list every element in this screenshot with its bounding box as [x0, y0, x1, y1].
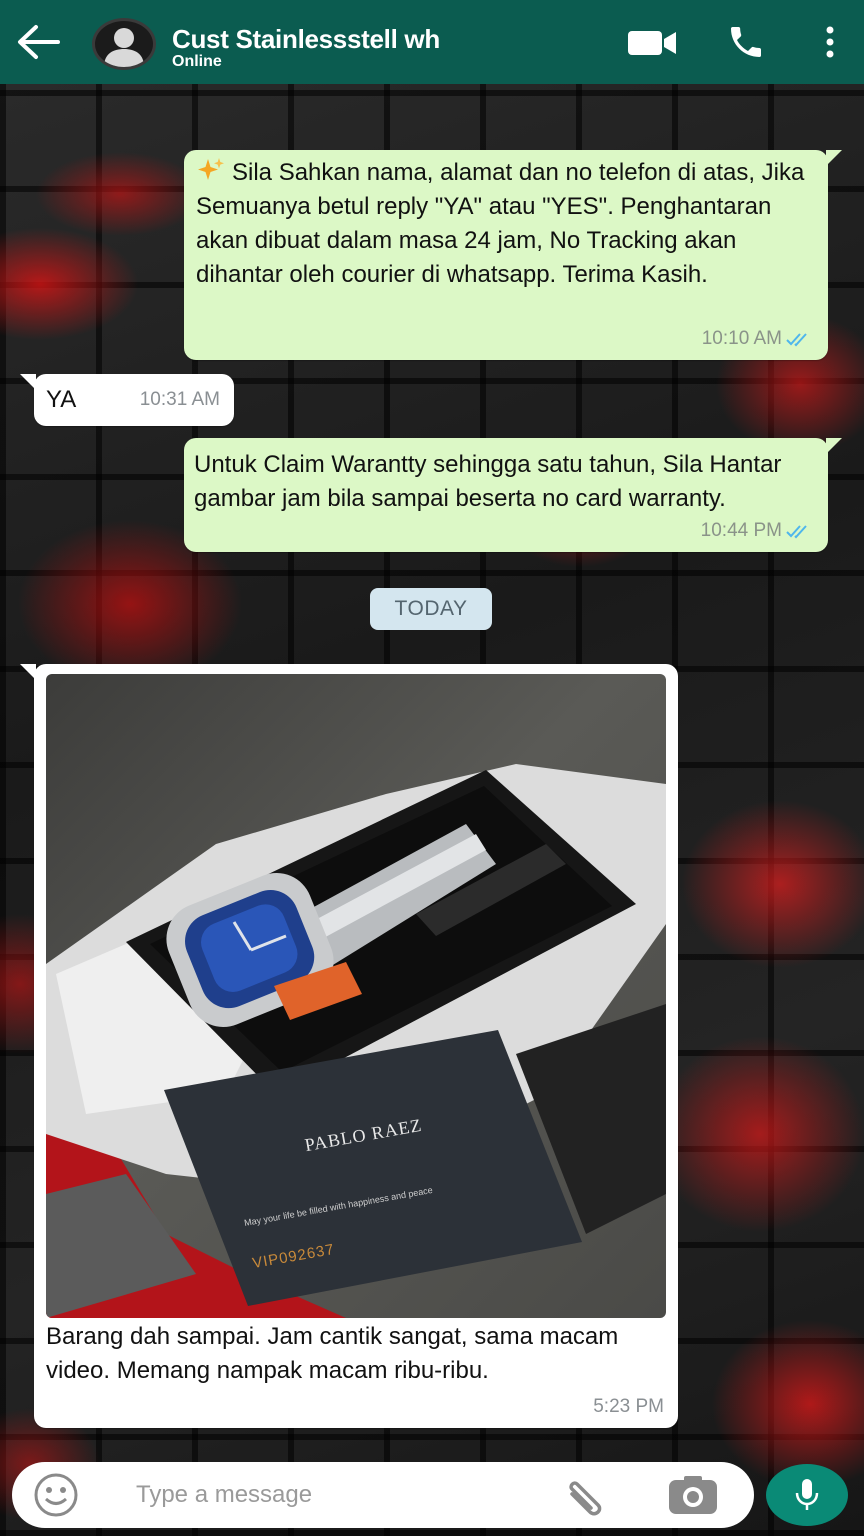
avatar-icon[interactable] [92, 18, 156, 70]
day-separator: TODAY [370, 588, 492, 630]
message-meta: 10:10 AM [702, 322, 814, 356]
message-meta: 10:44 PM [701, 514, 814, 548]
contact-status: Online [172, 53, 222, 70]
message-meta: 5:23 PM [593, 1390, 664, 1424]
message-text: Sila Sahkan nama, alamat dan no telefon … [196, 158, 805, 288]
emoji-icon[interactable] [30, 1472, 82, 1518]
message-text: Untuk Claim Warantty sehingga satu tahun… [194, 451, 782, 512]
message-bubble-incoming-image[interactable]: PABLO RAEZ May your life be filled with … [20, 664, 678, 1428]
camera-icon[interactable] [666, 1476, 720, 1516]
phone-icon[interactable] [724, 22, 768, 62]
message-time: 10:44 PM [700, 520, 782, 541]
paperclip-icon[interactable] [560, 1472, 610, 1520]
message-image[interactable]: PABLO RAEZ May your life be filled with … [46, 674, 666, 1318]
message-time: 10:10 AM [701, 328, 782, 349]
more-vert-icon[interactable] [818, 24, 842, 60]
sparkles-icon [198, 158, 224, 180]
video-call-icon[interactable] [628, 30, 678, 56]
microphone-icon[interactable] [766, 1464, 848, 1526]
back-arrow-icon[interactable] [14, 22, 62, 62]
message-bubble-incoming[interactable]: YA 10:31 AM [20, 374, 234, 426]
message-input[interactable] [136, 1476, 536, 1514]
double-check-icon [786, 333, 807, 347]
message-time: 5:23 PM [593, 1396, 664, 1417]
message-time: 10:31 AM [139, 389, 220, 410]
message-text: Barang dah sampai. Jam cantik sangat, sa… [46, 1323, 619, 1384]
message-bubble-outgoing[interactable]: Sila Sahkan nama, alamat dan no telefon … [184, 150, 842, 360]
message-meta: 10:31 AM [140, 383, 220, 417]
chat-header: Cust Stainlessstell wh Online [0, 0, 864, 84]
message-bubble-outgoing[interactable]: Untuk Claim Warantty sehingga satu tahun… [184, 438, 842, 552]
message-composer [12, 1462, 754, 1528]
contact-name[interactable]: Cust Stainlessstell wh [172, 24, 482, 55]
double-check-icon [786, 525, 807, 539]
